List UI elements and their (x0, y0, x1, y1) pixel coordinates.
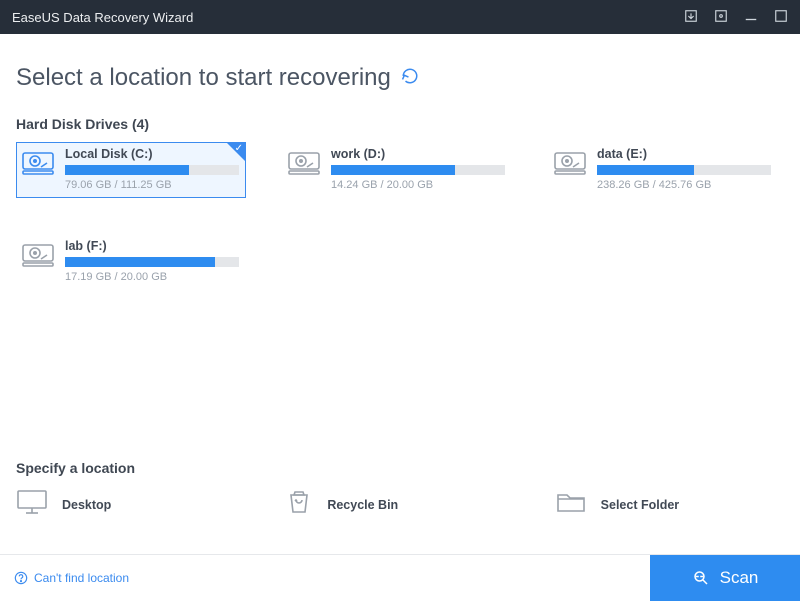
footer-bar: Can't find location Scan (0, 554, 800, 600)
usage-bar (597, 165, 771, 175)
drive-name: data (E:) (597, 147, 771, 161)
hdd-icon (21, 147, 55, 177)
drive-size: 17.19 GB / 20.00 GB (65, 271, 239, 283)
drive-size: 14.24 GB / 20.00 GB (331, 179, 505, 191)
drive-card[interactable]: data (E:) 238.26 GB / 425.76 GB (548, 142, 778, 198)
drive-name: work (D:) (331, 147, 505, 161)
drive-card[interactable]: ✓ Local Disk (C:) 79.06 GB / 111.25 GB (16, 142, 246, 198)
refresh-icon[interactable] (401, 64, 419, 92)
drive-body: data (E:) 238.26 GB / 425.76 GB (597, 147, 771, 191)
drive-name: Local Disk (C:) (65, 147, 239, 161)
import-icon[interactable] (684, 9, 698, 26)
title-bar: EaseUS Data Recovery Wizard (0, 0, 800, 34)
minimize-icon[interactable] (744, 9, 758, 26)
drive-body: Local Disk (C:) 79.06 GB / 111.25 GB (65, 147, 239, 191)
hdd-section-title: Hard Disk Drives (4) (16, 116, 788, 132)
usage-bar (331, 165, 505, 175)
usage-bar (65, 257, 239, 267)
location-recycle-label: Recycle Bin (327, 498, 398, 512)
drive-body: work (D:) 14.24 GB / 20.00 GB (331, 147, 505, 191)
maximize-icon[interactable] (774, 9, 788, 26)
hdd-icon (287, 147, 321, 177)
location-recycle[interactable]: Recycle Bin (285, 488, 514, 521)
specify-row: Desktop Recycle Bin Select Folder (12, 488, 788, 521)
scan-button-label: Scan (720, 568, 759, 588)
window-controls (684, 9, 788, 26)
hdd-icon (21, 239, 55, 269)
location-desktop[interactable]: Desktop (16, 488, 245, 521)
help-link-text: Can't find location (34, 571, 129, 585)
location-folder-label: Select Folder (601, 498, 680, 512)
specify-title: Specify a location (16, 460, 788, 476)
folder-icon (555, 489, 587, 520)
scan-icon (692, 569, 710, 587)
location-folder[interactable]: Select Folder (555, 488, 784, 521)
desktop-icon (16, 488, 48, 521)
app-title: EaseUS Data Recovery Wizard (12, 10, 684, 25)
hdd-icon (553, 147, 587, 177)
drive-name: lab (F:) (65, 239, 239, 253)
drive-body: lab (F:) 17.19 GB / 20.00 GB (65, 239, 239, 283)
page-title-text: Select a location to start recovering (16, 64, 391, 92)
help-link[interactable]: Can't find location (14, 571, 129, 585)
check-icon: ✓ (235, 143, 243, 154)
drive-size: 79.06 GB / 111.25 GB (65, 179, 239, 191)
usage-bar (65, 165, 239, 175)
drive-size: 238.26 GB / 425.76 GB (597, 179, 771, 191)
recycle-bin-icon (285, 488, 313, 521)
main-content: Select a location to start recovering Ha… (0, 34, 800, 290)
drive-card[interactable]: lab (F:) 17.19 GB / 20.00 GB (16, 234, 246, 290)
settings-icon[interactable] (714, 9, 728, 26)
location-desktop-label: Desktop (62, 498, 111, 512)
drives-grid: ✓ Local Disk (C:) 79.06 GB / 111.25 GB w… (12, 142, 788, 290)
drive-card[interactable]: work (D:) 14.24 GB / 20.00 GB (282, 142, 512, 198)
specify-section: Specify a location Desktop Recycle Bin S… (0, 460, 800, 521)
scan-button[interactable]: Scan (650, 555, 800, 601)
page-title: Select a location to start recovering (16, 64, 788, 92)
help-icon (14, 571, 28, 585)
